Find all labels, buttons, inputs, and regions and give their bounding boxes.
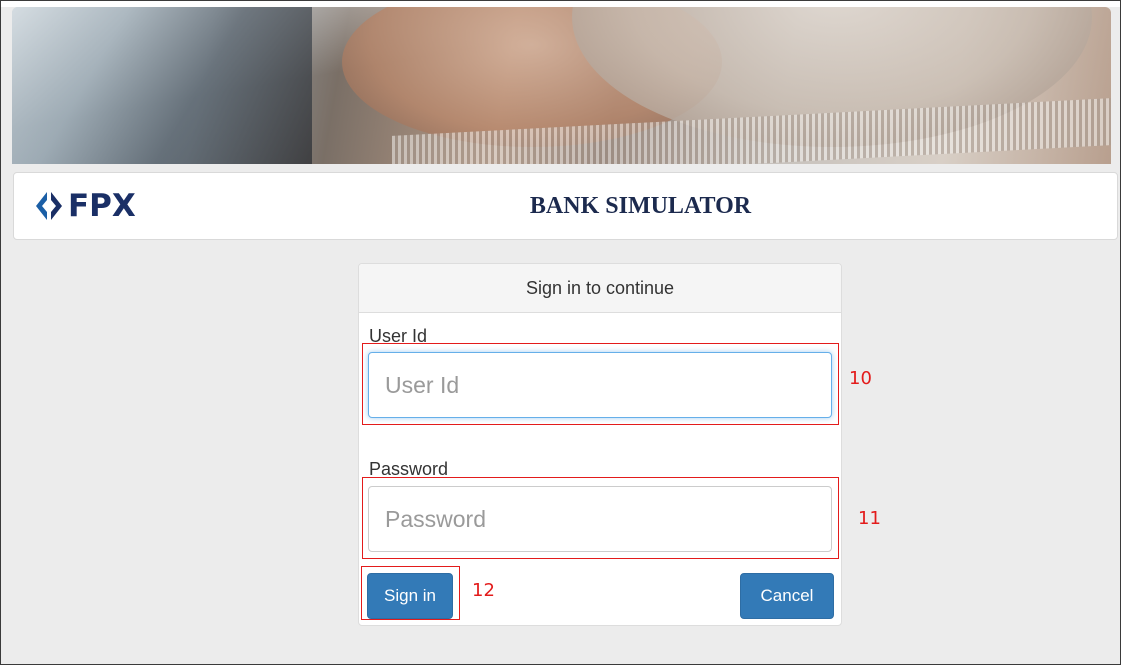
annotation-box-password: [362, 477, 839, 559]
annotation-label-11: 11: [858, 508, 881, 529]
banknotes-graphic: [12, 7, 312, 164]
cancel-button[interactable]: Cancel: [740, 573, 834, 619]
annotation-box-user-id: [362, 343, 839, 425]
banner-image: [12, 7, 1111, 164]
annotation-label-12: 12: [472, 580, 495, 601]
annotation-label-10: 10: [849, 368, 872, 389]
brand-bar: FPX BANK SIMULATOR: [13, 172, 1118, 240]
page-title: BANK SIMULATOR: [529, 193, 752, 219]
login-heading: Sign in to continue: [359, 264, 841, 313]
annotation-box-sign-in: [361, 566, 460, 620]
